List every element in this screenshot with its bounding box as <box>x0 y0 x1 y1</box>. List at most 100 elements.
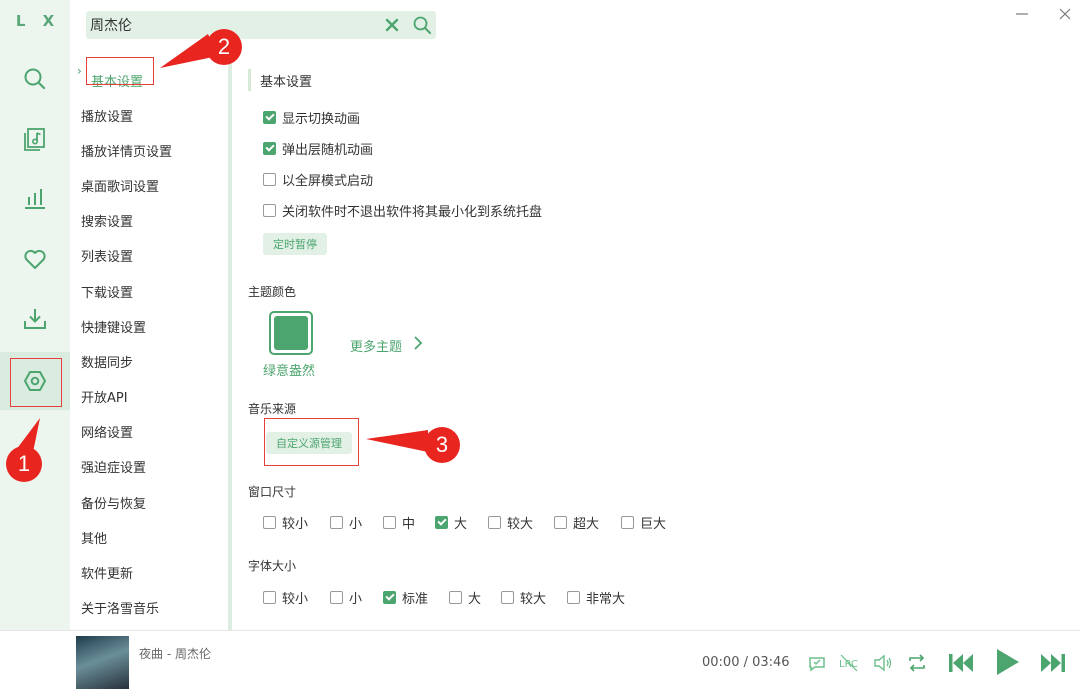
rail-search-button[interactable] <box>0 50 70 108</box>
settings-nav: 基本设置 播放设置 播放详情页设置 桌面歌词设置 搜索设置 列表设置 下载设置 快捷键设置 数据… <box>70 54 230 630</box>
search-icon <box>24 68 46 90</box>
nav-item[interactable]: 开放API <box>81 387 128 406</box>
font-size-option[interactable]: 大 <box>449 588 481 607</box>
nav-item[interactable]: 强迫症设置 <box>81 457 146 476</box>
search-submit-icon[interactable] <box>412 15 432 35</box>
volume-icon[interactable] <box>872 652 894 674</box>
option-label: 中 <box>402 517 416 532</box>
window-size-option[interactable]: 较大 <box>488 513 533 532</box>
nav-item[interactable]: 搜索设置 <box>81 211 133 230</box>
song-title: 夜曲 - 周杰伦 <box>139 647 211 661</box>
option-label: 小 <box>349 517 363 532</box>
play-icon[interactable] <box>992 646 1022 678</box>
basic-option[interactable]: 弹出层随机动画 <box>263 139 373 158</box>
leaderboard-icon <box>25 189 45 209</box>
checkbox[interactable] <box>263 111 276 124</box>
annotation-marker-1: 1 <box>6 446 42 482</box>
chevron-right-icon <box>414 336 423 350</box>
checkbox[interactable] <box>435 516 448 529</box>
checkbox[interactable] <box>488 516 501 529</box>
option-label: 标准 <box>402 592 429 607</box>
checkbox[interactable] <box>330 591 343 604</box>
rail-leaderboard-button[interactable] <box>0 170 70 228</box>
comment-icon[interactable] <box>806 652 828 674</box>
annotation-marker-2: 2 <box>206 29 242 65</box>
checkbox[interactable] <box>383 516 396 529</box>
checkbox[interactable] <box>263 204 276 217</box>
window-size-option[interactable]: 较小 <box>263 513 308 532</box>
option-label: 较大 <box>507 517 534 532</box>
checkbox[interactable] <box>263 516 276 529</box>
close-icon[interactable] <box>1057 6 1073 22</box>
option-label: 显示切换动画 <box>282 112 361 127</box>
checkbox[interactable] <box>501 591 514 604</box>
rail-songlist-button[interactable] <box>0 110 70 168</box>
timer-pause-button[interactable]: 定时暂停 <box>263 233 327 255</box>
download-icon <box>24 309 46 329</box>
rail-favorites-button[interactable] <box>0 230 70 288</box>
nav-scrollbar[interactable] <box>228 54 232 630</box>
play-time: 00:00 / 03:46 <box>702 655 790 670</box>
app-logo: L X <box>15 12 61 30</box>
annotation-box-3 <box>264 418 359 466</box>
basic-settings-title: 基本设置 <box>260 75 313 90</box>
repeat-icon[interactable] <box>906 652 928 674</box>
annotation-box-2 <box>86 57 154 85</box>
checkbox[interactable] <box>449 591 462 604</box>
nav-item[interactable]: 关于洛雪音乐 <box>81 598 159 617</box>
option-label: 较小 <box>282 517 309 532</box>
previous-track-icon[interactable] <box>946 649 976 677</box>
basic-option[interactable]: 显示切换动画 <box>263 108 360 127</box>
heart-icon <box>24 249 46 269</box>
nav-item[interactable]: 其他 <box>81 528 107 547</box>
checkbox[interactable] <box>554 516 567 529</box>
more-themes-link[interactable]: 更多主题 <box>350 336 402 355</box>
font-size-option[interactable]: 非常大 <box>567 588 625 607</box>
checkbox[interactable] <box>263 142 276 155</box>
nav-item[interactable]: 桌面歌词设置 <box>81 176 159 195</box>
next-track-icon[interactable] <box>1038 649 1068 677</box>
nav-item[interactable]: 快捷键设置 <box>81 317 146 336</box>
theme-swatch[interactable] <box>269 311 313 355</box>
window-size-option[interactable]: 巨大 <box>621 513 666 532</box>
checkbox[interactable] <box>263 591 276 604</box>
option-label: 大 <box>468 592 482 607</box>
nav-item[interactable]: 列表设置 <box>81 246 133 265</box>
window-size-option[interactable]: 超大 <box>554 513 599 532</box>
theme-name: 绿意盎然 <box>263 364 316 379</box>
music-source-title: 音乐来源 <box>248 402 297 416</box>
theme-color-fill <box>274 316 308 350</box>
window-size-option[interactable]: 大 <box>435 513 467 532</box>
nav-item[interactable]: 下载设置 <box>81 282 133 301</box>
album-cover[interactable] <box>76 636 129 689</box>
checkbox[interactable] <box>567 591 580 604</box>
basic-option[interactable]: 关闭软件时不退出软件将其最小化到系统托盘 <box>263 201 542 220</box>
lyrics-icon[interactable]: LRC <box>838 652 860 674</box>
rail-download-button[interactable] <box>0 290 70 348</box>
nav-item[interactable]: 备份与恢复 <box>81 493 146 512</box>
clear-icon[interactable] <box>384 17 400 33</box>
song-list-icon <box>24 128 45 151</box>
nav-item[interactable]: 播放详情页设置 <box>81 141 172 160</box>
font-size-option[interactable]: 较小 <box>263 588 308 607</box>
checkbox[interactable] <box>330 516 343 529</box>
option-label: 超大 <box>573 517 600 532</box>
window-size-title: 窗口尺寸 <box>248 485 297 499</box>
nav-item[interactable]: 网络设置 <box>81 422 133 441</box>
section-marker <box>248 69 251 91</box>
font-size-option[interactable]: 标准 <box>383 588 428 607</box>
nav-item[interactable]: 播放设置 <box>81 106 133 125</box>
option-label: 大 <box>454 517 468 532</box>
font-size-option[interactable]: 较大 <box>501 588 546 607</box>
checkbox[interactable] <box>621 516 634 529</box>
nav-item[interactable]: 数据同步 <box>81 352 133 371</box>
basic-option[interactable]: 以全屏模式启动 <box>263 170 373 189</box>
minimize-icon[interactable] <box>1014 6 1030 22</box>
option-label: 较小 <box>282 592 309 607</box>
checkbox[interactable] <box>263 173 276 186</box>
font-size-option[interactable]: 小 <box>330 588 362 607</box>
window-size-option[interactable]: 小 <box>330 513 362 532</box>
window-size-option[interactable]: 中 <box>383 513 415 532</box>
nav-item[interactable]: 软件更新 <box>81 563 133 582</box>
checkbox[interactable] <box>383 591 396 604</box>
